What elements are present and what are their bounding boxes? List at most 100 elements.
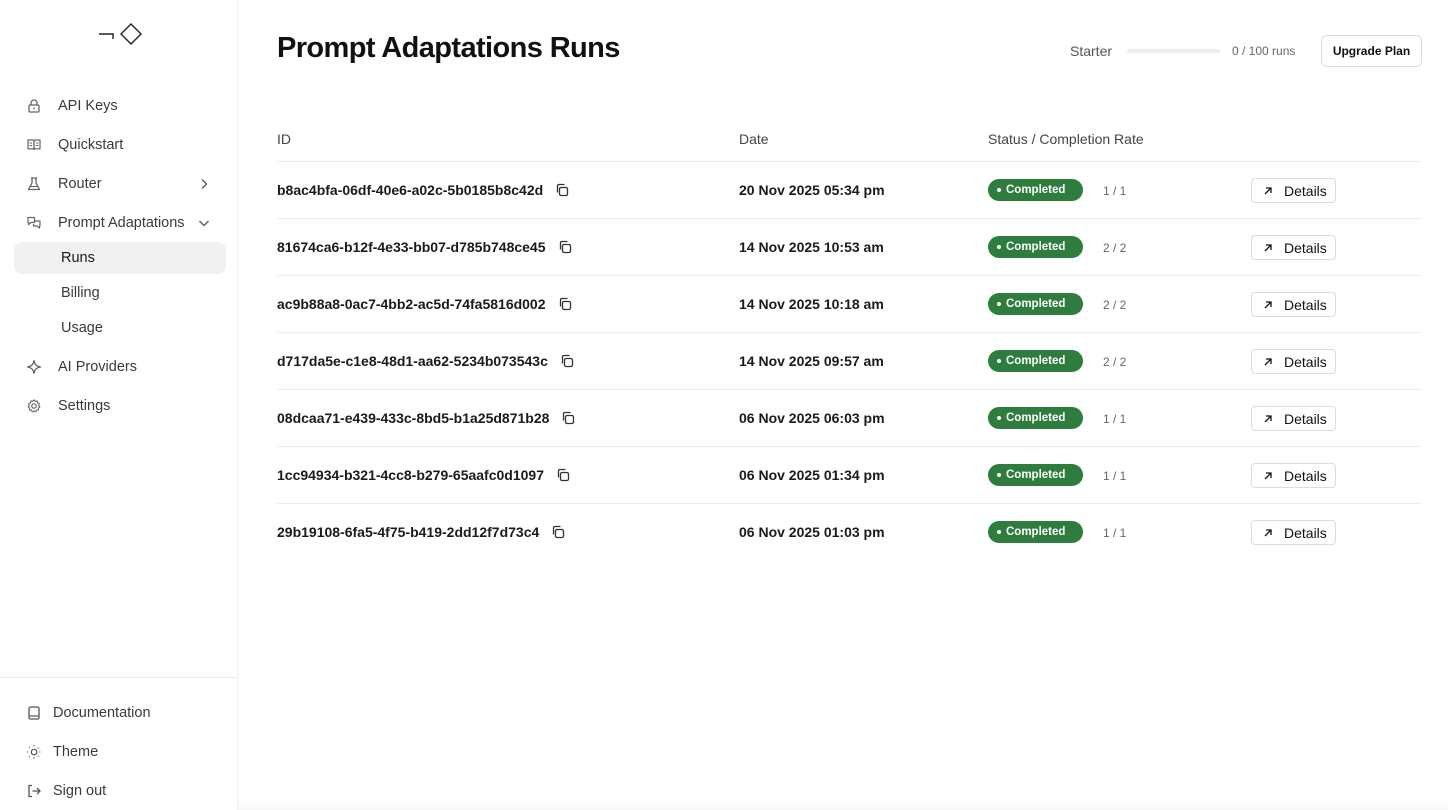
column-header-date: Date <box>739 131 769 147</box>
run-date: 14 Nov 2025 10:53 am <box>739 239 884 255</box>
sidebar-subitem-runs[interactable]: Runs <box>14 242 226 274</box>
copy-icon[interactable] <box>555 467 571 483</box>
sidebar-item-ai-providers[interactable]: AI Providers <box>14 351 226 383</box>
copy-icon[interactable] <box>554 182 570 198</box>
status-badge: Completed <box>988 521 1083 543</box>
status-label: Completed <box>1006 241 1066 253</box>
sidebar-item-prompt-adaptations[interactable]: Prompt Adaptations <box>14 207 226 239</box>
sidebar-item-documentation[interactable]: Documentation <box>14 698 226 728</box>
details-label: Details <box>1284 467 1327 484</box>
logo[interactable] <box>98 22 144 46</box>
lock-icon <box>24 96 44 116</box>
run-id: b8ac4bfa-06df-40e6-a02c-5b0185b8c42d <box>277 182 544 198</box>
sidebar-subitem-usage[interactable]: Usage <box>14 312 226 344</box>
details-button[interactable]: Details <box>1251 520 1336 545</box>
status-label: Completed <box>1006 355 1066 367</box>
status-dot-icon <box>997 473 1001 477</box>
arrow-up-right-icon <box>1262 470 1274 482</box>
sidebar-item-label: Documentation <box>53 705 151 721</box>
status-dot-icon <box>997 530 1001 534</box>
table-row: 29b19108-6fa5-4f75-b419-2dd12f7d73c4 06 … <box>277 504 1422 561</box>
plan-usage-count: 0 / 100 runs <box>1232 44 1296 58</box>
arrow-up-right-icon <box>1262 185 1274 197</box>
run-date: 20 Nov 2025 05:34 pm <box>739 182 885 198</box>
status-label: Completed <box>1006 526 1066 538</box>
copy-icon[interactable] <box>559 353 575 369</box>
details-button[interactable]: Details <box>1251 463 1336 488</box>
run-id: 29b19108-6fa5-4f75-b419-2dd12f7d73c4 <box>277 524 540 540</box>
details-label: Details <box>1284 353 1327 370</box>
column-header-id: ID <box>277 131 291 147</box>
table-row: d717da5e-c1e8-48d1-aa62-5234b073543c 14 … <box>277 333 1422 390</box>
table-row: 81674ca6-b12f-4e33-bb07-d785b748ce45 14 … <box>277 219 1422 276</box>
run-date: 06 Nov 2025 01:03 pm <box>739 524 885 540</box>
chevron-down-icon <box>196 215 212 231</box>
copy-icon[interactable] <box>557 239 573 255</box>
sidebar-item-quickstart[interactable]: Quickstart <box>14 129 226 161</box>
status-badge: Completed <box>988 293 1083 315</box>
status-badge: Completed <box>988 350 1083 372</box>
table-row: ac9b88a8-0ac7-4bb2-ac5d-74fa5816d002 14 … <box>277 276 1422 333</box>
completion-rate: 2 / 2 <box>1103 241 1127 255</box>
details-button[interactable]: Details <box>1251 349 1336 374</box>
status-dot-icon <box>997 302 1001 306</box>
copy-icon[interactable] <box>560 410 576 426</box>
run-date: 06 Nov 2025 01:34 pm <box>739 467 885 483</box>
details-button[interactable]: Details <box>1251 178 1336 203</box>
run-id-cell: d717da5e-c1e8-48d1-aa62-5234b073543c <box>277 353 575 369</box>
details-label: Details <box>1284 296 1327 313</box>
copy-icon[interactable] <box>557 296 573 312</box>
status-label: Completed <box>1006 298 1066 310</box>
details-label: Details <box>1284 239 1327 256</box>
run-id-cell: 29b19108-6fa5-4f75-b419-2dd12f7d73c4 <box>277 524 566 540</box>
sidebar-item-label: AI Providers <box>58 359 137 375</box>
details-label: Details <box>1284 182 1327 199</box>
book-icon <box>24 703 44 723</box>
details-button[interactable]: Details <box>1251 292 1336 317</box>
completion-rate: 1 / 1 <box>1103 412 1127 426</box>
arrow-up-right-icon <box>1262 299 1274 311</box>
run-date: 14 Nov 2025 10:18 am <box>739 296 884 312</box>
status-badge: Completed <box>988 236 1083 258</box>
upgrade-plan-button[interactable]: Upgrade Plan <box>1321 35 1422 67</box>
plan-usage-bar <box>1127 49 1220 53</box>
sidebar-divider <box>0 677 238 678</box>
table-row: 08dcaa71-e439-433c-8bd5-b1a25d871b28 06 … <box>277 390 1422 447</box>
arrow-up-right-icon <box>1262 242 1274 254</box>
arrow-up-right-icon <box>1262 413 1274 425</box>
sidebar-item-label: Usage <box>61 320 103 336</box>
status-dot-icon <box>997 188 1001 192</box>
plan-label: Starter <box>1070 43 1113 59</box>
sidebar-item-settings[interactable]: Settings <box>14 390 226 422</box>
sidebar: API Keys Quickstart Router Prompt Adapta… <box>0 0 238 810</box>
sparkle-icon <box>24 357 44 377</box>
sign-out-icon <box>24 781 44 801</box>
bottom-shade <box>238 798 1448 810</box>
sidebar-item-api-keys[interactable]: API Keys <box>14 90 226 122</box>
sidebar-item-label: Prompt Adaptations <box>58 215 185 231</box>
run-id: d717da5e-c1e8-48d1-aa62-5234b073543c <box>277 353 548 369</box>
status-badge: Completed <box>988 179 1083 201</box>
sidebar-item-label: Billing <box>61 285 100 301</box>
sidebar-item-theme[interactable]: Theme <box>14 737 226 767</box>
details-label: Details <box>1284 524 1327 541</box>
status-label: Completed <box>1006 469 1066 481</box>
message-swap-icon <box>24 213 44 233</box>
sidebar-item-router[interactable]: Router <box>14 168 226 200</box>
completion-rate: 2 / 2 <box>1103 298 1127 312</box>
table-row: 1cc94934-b321-4cc8-b279-65aafc0d1097 06 … <box>277 447 1422 504</box>
run-date: 06 Nov 2025 06:03 pm <box>739 410 885 426</box>
sidebar-subitem-billing[interactable]: Billing <box>14 277 226 309</box>
sidebar-item-label: Runs <box>61 250 95 266</box>
status-label: Completed <box>1006 412 1066 424</box>
sidebar-item-label: Quickstart <box>58 137 124 153</box>
details-button[interactable]: Details <box>1251 406 1336 431</box>
sidebar-item-label: Theme <box>53 744 99 760</box>
copy-icon[interactable] <box>550 524 566 540</box>
status-dot-icon <box>997 416 1001 420</box>
run-id-cell: 81674ca6-b12f-4e33-bb07-d785b748ce45 <box>277 239 573 255</box>
completion-rate: 1 / 1 <box>1103 184 1127 198</box>
details-button[interactable]: Details <box>1251 235 1336 260</box>
logo-icon <box>99 23 142 45</box>
sidebar-item-sign-out[interactable]: Sign out <box>14 776 226 806</box>
